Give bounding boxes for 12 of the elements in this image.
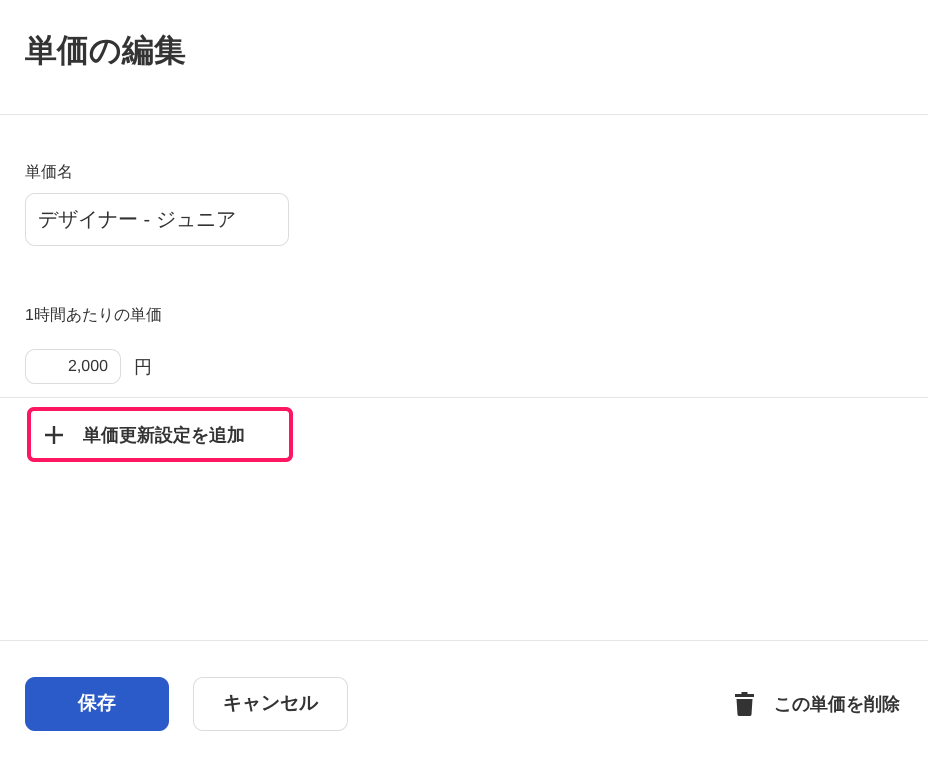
add-price-update-button[interactable]: 単価更新設定を追加 — [27, 407, 293, 462]
save-button[interactable]: 保存 — [25, 677, 169, 731]
plus-icon — [45, 426, 63, 444]
trash-icon — [735, 692, 754, 716]
field-label: 単価名 — [25, 163, 73, 183]
cancel-button[interactable]: キャンセル — [193, 677, 348, 731]
name-input-field[interactable]: デザイナー - ジュニア — [25, 193, 289, 246]
delete-button[interactable]: この単価を削除 — [735, 677, 900, 731]
currency-unit: 円 — [134, 356, 152, 378]
price-input-field[interactable]: 2,000 — [25, 349, 121, 384]
page-title: 単価の編集 — [25, 31, 186, 70]
field-label: 1時間あたりの単価 — [25, 306, 162, 326]
